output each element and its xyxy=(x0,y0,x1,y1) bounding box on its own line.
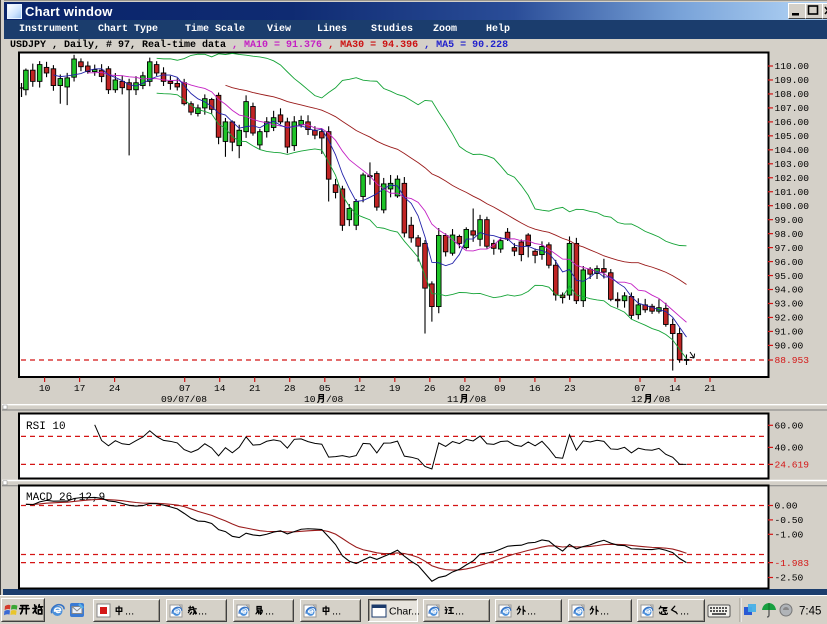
svg-text:-0.50: -0.50 xyxy=(775,515,804,526)
svg-text:26: 26 xyxy=(424,383,436,394)
svg-text:92.00: 92.00 xyxy=(775,313,804,324)
svg-text:02: 02 xyxy=(459,383,471,394)
svg-text:07: 07 xyxy=(179,383,191,394)
svg-text:110.00: 110.00 xyxy=(775,61,810,72)
svg-text:Char...: Char... xyxy=(389,606,420,618)
svg-text:14: 14 xyxy=(214,383,226,394)
svg-text:09: 09 xyxy=(494,383,506,394)
svg-text:102.00: 102.00 xyxy=(775,173,810,184)
svg-text:10: 10 xyxy=(39,383,51,394)
svg-text:07: 07 xyxy=(634,383,646,394)
svg-text:103.00: 103.00 xyxy=(775,159,810,170)
svg-text:109.00: 109.00 xyxy=(775,75,810,86)
svg-text:105.00: 105.00 xyxy=(775,131,810,142)
svg-text:21: 21 xyxy=(249,383,261,394)
svg-text:7:45: 7:45 xyxy=(799,606,821,618)
svg-text:106.00: 106.00 xyxy=(775,117,810,128)
svg-text:...: ... xyxy=(125,606,134,618)
svg-text:10: 10 xyxy=(304,394,316,405)
svg-text:-2.50: -2.50 xyxy=(775,573,804,584)
svg-text:12: 12 xyxy=(631,394,643,405)
svg-text:108.00: 108.00 xyxy=(775,89,810,100)
svg-text:/08: /08 xyxy=(326,394,344,405)
svg-text:...: ... xyxy=(198,606,207,618)
svg-text:...: ... xyxy=(265,606,274,618)
svg-text:RSI 10: RSI 10 xyxy=(26,421,66,433)
svg-text:19: 19 xyxy=(389,383,401,394)
svg-text:88.953: 88.953 xyxy=(775,355,810,366)
svg-text:0.00: 0.00 xyxy=(775,501,798,512)
svg-text:98.00: 98.00 xyxy=(775,229,804,240)
svg-text:28: 28 xyxy=(284,383,296,394)
svg-text:95.00: 95.00 xyxy=(775,271,804,282)
svg-text:94.00: 94.00 xyxy=(775,285,804,296)
svg-text:...: ... xyxy=(680,606,689,618)
svg-text:11: 11 xyxy=(447,394,459,405)
svg-text:99.00: 99.00 xyxy=(775,215,804,226)
svg-text:23: 23 xyxy=(564,383,576,394)
svg-text:24: 24 xyxy=(109,383,121,394)
svg-text:-1.00: -1.00 xyxy=(775,530,804,541)
svg-text:107.00: 107.00 xyxy=(775,103,810,114)
svg-text:40.00: 40.00 xyxy=(775,443,804,454)
svg-text:100.00: 100.00 xyxy=(775,201,810,212)
svg-text:97.00: 97.00 xyxy=(775,243,804,254)
svg-text:14: 14 xyxy=(669,383,681,394)
svg-text:...: ... xyxy=(527,606,536,618)
svg-text:16: 16 xyxy=(529,383,541,394)
svg-text:-1.983: -1.983 xyxy=(775,558,810,569)
svg-text:09/07/08: 09/07/08 xyxy=(161,394,207,405)
svg-text:24.619: 24.619 xyxy=(775,460,810,471)
svg-text:21: 21 xyxy=(704,383,716,394)
svg-text:/08: /08 xyxy=(653,394,671,405)
svg-text:05: 05 xyxy=(319,383,331,394)
svg-text:101.00: 101.00 xyxy=(775,187,810,198)
svg-text:91.00: 91.00 xyxy=(775,327,804,338)
svg-text:60.00: 60.00 xyxy=(775,421,804,432)
svg-text:...: ... xyxy=(455,606,464,618)
svg-text:...: ... xyxy=(600,606,609,618)
svg-text:96.00: 96.00 xyxy=(775,257,804,268)
svg-text:12: 12 xyxy=(354,383,366,394)
svg-text:17: 17 xyxy=(74,383,86,394)
svg-text:/08: /08 xyxy=(469,394,487,405)
svg-text:90.00: 90.00 xyxy=(775,341,804,352)
svg-text:...: ... xyxy=(332,606,341,618)
svg-text:104.00: 104.00 xyxy=(775,145,810,156)
svg-text:93.00: 93.00 xyxy=(775,299,804,310)
